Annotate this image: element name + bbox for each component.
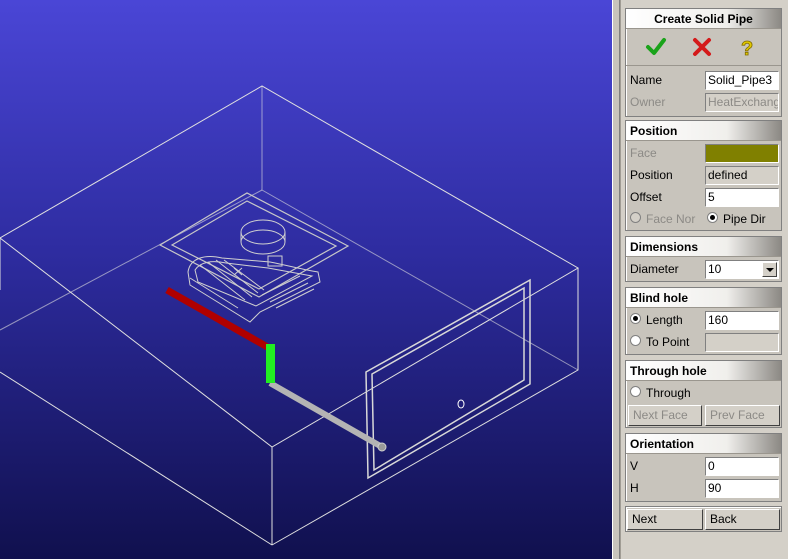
to-point-label: To Point [646,335,690,349]
length-field[interactable]: 160 [705,311,779,330]
box-left-bottom-edge [0,371,273,546]
position-section: Position Face Position defined Offset 5 … [625,120,782,231]
pipe-preview [268,380,387,452]
footer-buttons: Next Back [625,506,782,532]
through-radio[interactable] [630,386,641,397]
cancel-button[interactable] [690,35,714,59]
v-field[interactable]: 0 [705,457,779,476]
3d-viewport[interactable] [0,0,612,559]
diameter-label: Diameter [630,262,679,276]
to-point-field [705,333,779,352]
diameter-select[interactable]: 10 [705,260,779,279]
face-label: Face [630,146,657,160]
offset-label: Offset [630,190,662,204]
blind-hole-title: Blind hole [626,288,781,308]
heat-exchanger-model [187,219,321,323]
vertical-plate-frame [365,278,531,480]
through-hole-section: Through hole Through Next Face Prev Face [625,360,782,428]
hole-marker [457,399,465,409]
svg-text:?: ? [741,38,753,59]
ok-button[interactable] [644,35,668,59]
dialog-main-box: Create Solid Pipe ? Name Solid_Pipe3 Own… [625,8,782,117]
position-field[interactable]: defined [705,166,779,185]
to-point-radio[interactable] [630,335,641,346]
v-label: V [630,459,639,473]
face-color-swatch[interactable] [705,144,779,163]
h-label: H [630,481,639,495]
cross-icon [693,38,711,56]
chevron-down-icon[interactable] [762,262,777,277]
box-right-bottom-edge [271,268,579,546]
panel-splitter[interactable] [612,0,620,559]
diameter-value: 10 [708,262,722,276]
blind-hole-section: Blind hole Length 160 To Point [625,287,782,355]
next-button[interactable]: Next [627,509,703,530]
owner-label: Owner [630,95,666,109]
next-face-button[interactable]: Next Face [628,405,702,426]
offset-field[interactable]: 5 [705,188,779,207]
y-axis-indicator [266,344,275,383]
position-title: Position [626,121,781,141]
h-field[interactable]: 90 [705,479,779,498]
scene-canvas[interactable] [0,0,612,559]
length-radio[interactable] [630,313,641,324]
question-icon: ? [741,38,754,61]
prev-face-button[interactable]: Prev Face [705,405,780,426]
length-label: Length [646,313,683,327]
check-icon [646,38,666,55]
help-button[interactable]: ? [736,35,760,61]
orientation-section: Orientation V 0 H 90 [625,433,782,502]
through-hole-title: Through hole [626,361,781,381]
face-nor-radio[interactable] [630,212,641,223]
bounding-box-wireframe [0,85,579,546]
dialog-title: Create Solid Pipe [626,9,781,29]
pipe-dir-radio[interactable] [707,212,718,223]
name-label: Name [630,73,663,87]
dimensions-section: Dimensions Diameter 10 [625,236,782,282]
x-axis-indicator [165,286,273,353]
position-label: Position [630,168,673,182]
owner-field: HeatExchange [705,93,779,112]
dimensions-title: Dimensions [626,237,781,257]
through-label: Through [646,386,691,400]
back-button[interactable]: Back [705,509,780,530]
face-nor-label: Face Nor [646,212,696,226]
pipe-dir-label: Pipe Dir [723,212,766,226]
name-field[interactable]: Solid_Pipe3 [705,71,779,90]
create-solid-pipe-panel: Create Solid Pipe ? Name Solid_Pipe3 Own… [620,0,788,559]
orientation-title: Orientation [626,434,781,454]
